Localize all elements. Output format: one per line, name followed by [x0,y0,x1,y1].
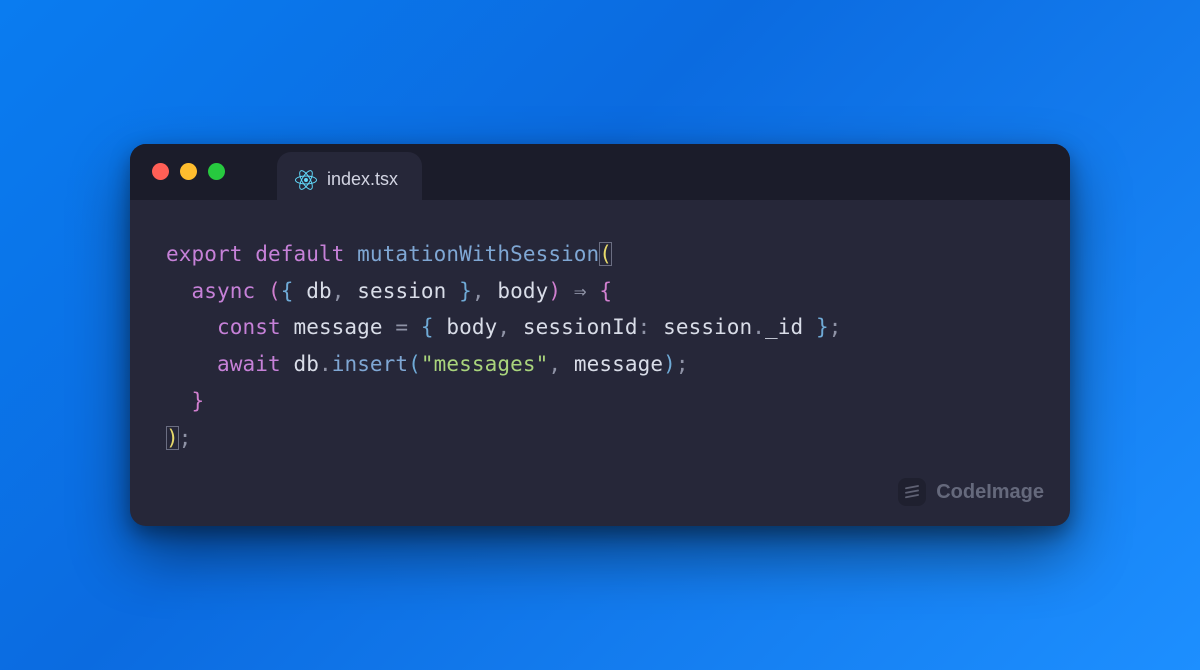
fn-mutationWithSession: mutationWithSession [357,242,599,266]
minimize-icon[interactable] [180,163,197,180]
var-body: body [497,279,548,303]
brace-open: { [421,315,434,339]
var-db: db [306,279,332,303]
brace-close: } [192,389,205,413]
comma: , [548,352,561,376]
kw-async: async [192,279,256,303]
watermark: CodeImage [898,478,1044,506]
paren-open: ( [599,242,612,266]
zoom-icon[interactable] [208,163,225,180]
kw-const: const [217,315,281,339]
ref-session: session [663,315,752,339]
brace-close: } [816,315,829,339]
paren-close: ) [166,426,179,450]
titlebar: index.tsx [130,144,1070,200]
ref-message: message [574,352,663,376]
comma: , [472,279,485,303]
brace-open: { [281,279,294,303]
var-message: message [293,315,382,339]
semi: ; [829,315,842,339]
paren-open: ( [268,279,281,303]
tab-filename: index.tsx [327,169,398,190]
paren-close: ) [548,279,561,303]
ref-db: db [293,352,319,376]
key-sessionId: sessionId [523,315,638,339]
react-icon [295,169,317,191]
codeimage-logo-icon [898,478,926,506]
prop-id: _id [765,315,803,339]
editor-window: index.tsx export default mutationWithSes… [130,144,1070,527]
dot: . [319,352,332,376]
watermark-text: CodeImage [936,481,1044,504]
paren-close: ) [663,352,676,376]
close-icon[interactable] [152,163,169,180]
method-insert: insert [332,352,408,376]
semi: ; [676,352,689,376]
comma: , [497,315,510,339]
kw-await: await [217,352,281,376]
dot: . [752,315,765,339]
comma: , [332,279,345,303]
file-tab[interactable]: index.tsx [277,152,422,208]
kw-export: export [166,242,242,266]
colon: : [638,315,651,339]
brace-close: } [459,279,472,303]
semi: ; [179,426,192,450]
key-body: body [446,315,497,339]
var-session: session [357,279,446,303]
paren-open: ( [408,352,421,376]
string-messages: "messages" [421,352,548,376]
traffic-lights [152,163,225,180]
brace-open: { [599,279,612,303]
arrow: ⇒ [574,279,587,303]
kw-default: default [255,242,344,266]
op-eq: = [395,315,408,339]
